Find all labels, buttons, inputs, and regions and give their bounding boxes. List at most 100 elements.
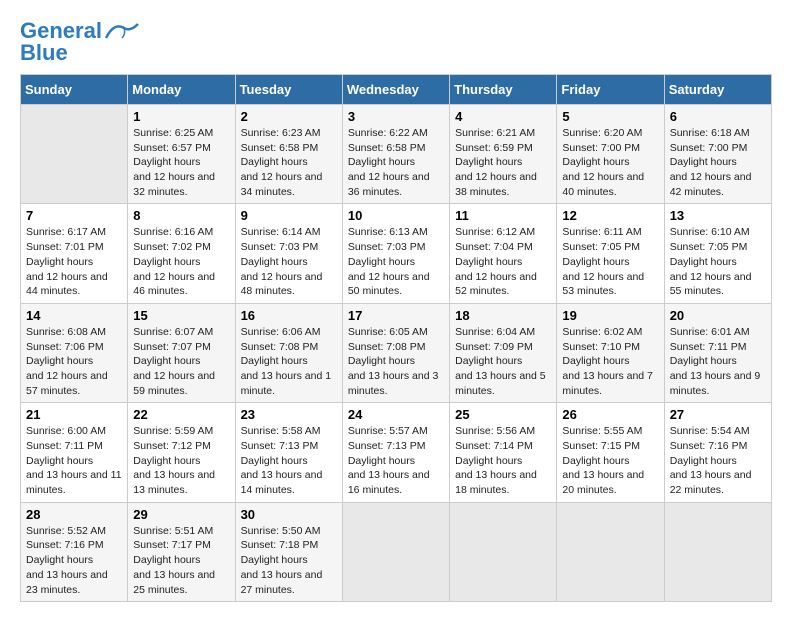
- day-number: 9: [241, 208, 337, 223]
- calendar-cell: 4 Sunrise: 6:21 AM Sunset: 6:59 PM Dayli…: [450, 105, 557, 204]
- day-number: 22: [133, 407, 229, 422]
- logo-text: General: [20, 20, 102, 42]
- calendar-week-row: 14 Sunrise: 6:08 AM Sunset: 7:06 PM Dayl…: [21, 303, 772, 402]
- day-number: 20: [670, 308, 766, 323]
- day-number: 18: [455, 308, 551, 323]
- calendar-cell: 1 Sunrise: 6:25 AM Sunset: 6:57 PM Dayli…: [128, 105, 235, 204]
- day-info: Sunrise: 5:57 AM Sunset: 7:13 PM Dayligh…: [348, 424, 444, 497]
- day-number: 6: [670, 109, 766, 124]
- calendar-cell: 5 Sunrise: 6:20 AM Sunset: 7:00 PM Dayli…: [557, 105, 664, 204]
- day-number: 29: [133, 507, 229, 522]
- day-info: Sunrise: 5:54 AM Sunset: 7:16 PM Dayligh…: [670, 424, 766, 497]
- header-cell-tuesday: Tuesday: [235, 75, 342, 105]
- calendar-cell: 8 Sunrise: 6:16 AM Sunset: 7:02 PM Dayli…: [128, 204, 235, 303]
- day-info: Sunrise: 6:14 AM Sunset: 7:03 PM Dayligh…: [241, 225, 337, 298]
- calendar-cell: 27 Sunrise: 5:54 AM Sunset: 7:16 PM Dayl…: [664, 403, 771, 502]
- header-cell-sunday: Sunday: [21, 75, 128, 105]
- day-info: Sunrise: 6:04 AM Sunset: 7:09 PM Dayligh…: [455, 325, 551, 398]
- header-cell-friday: Friday: [557, 75, 664, 105]
- calendar-cell: 14 Sunrise: 6:08 AM Sunset: 7:06 PM Dayl…: [21, 303, 128, 402]
- calendar-cell: 11 Sunrise: 6:12 AM Sunset: 7:04 PM Dayl…: [450, 204, 557, 303]
- calendar-week-row: 7 Sunrise: 6:17 AM Sunset: 7:01 PM Dayli…: [21, 204, 772, 303]
- day-number: 5: [562, 109, 658, 124]
- day-info: Sunrise: 6:07 AM Sunset: 7:07 PM Dayligh…: [133, 325, 229, 398]
- day-info: Sunrise: 6:21 AM Sunset: 6:59 PM Dayligh…: [455, 126, 551, 199]
- header-cell-monday: Monday: [128, 75, 235, 105]
- calendar-cell: [664, 502, 771, 601]
- calendar-cell: 22 Sunrise: 5:59 AM Sunset: 7:12 PM Dayl…: [128, 403, 235, 502]
- day-number: 27: [670, 407, 766, 422]
- calendar-cell: 29 Sunrise: 5:51 AM Sunset: 7:17 PM Dayl…: [128, 502, 235, 601]
- calendar-cell: 3 Sunrise: 6:22 AM Sunset: 6:58 PM Dayli…: [342, 105, 449, 204]
- day-number: 19: [562, 308, 658, 323]
- day-info: Sunrise: 6:01 AM Sunset: 7:11 PM Dayligh…: [670, 325, 766, 398]
- day-number: 3: [348, 109, 444, 124]
- calendar-cell: 6 Sunrise: 6:18 AM Sunset: 7:00 PM Dayli…: [664, 105, 771, 204]
- calendar-cell: 26 Sunrise: 5:55 AM Sunset: 7:15 PM Dayl…: [557, 403, 664, 502]
- day-info: Sunrise: 6:12 AM Sunset: 7:04 PM Dayligh…: [455, 225, 551, 298]
- day-info: Sunrise: 5:52 AM Sunset: 7:16 PM Dayligh…: [26, 524, 122, 597]
- day-number: 23: [241, 407, 337, 422]
- day-info: Sunrise: 5:55 AM Sunset: 7:15 PM Dayligh…: [562, 424, 658, 497]
- page-header: General Blue: [20, 20, 772, 64]
- calendar-week-row: 21 Sunrise: 6:00 AM Sunset: 7:11 PM Dayl…: [21, 403, 772, 502]
- header-row: SundayMondayTuesdayWednesdayThursdayFrid…: [21, 75, 772, 105]
- day-info: Sunrise: 5:50 AM Sunset: 7:18 PM Dayligh…: [241, 524, 337, 597]
- day-number: 17: [348, 308, 444, 323]
- day-number: 4: [455, 109, 551, 124]
- calendar-cell: [557, 502, 664, 601]
- header-cell-wednesday: Wednesday: [342, 75, 449, 105]
- calendar-cell: 21 Sunrise: 6:00 AM Sunset: 7:11 PM Dayl…: [21, 403, 128, 502]
- day-number: 11: [455, 208, 551, 223]
- calendar-cell: 28 Sunrise: 5:52 AM Sunset: 7:16 PM Dayl…: [21, 502, 128, 601]
- day-number: 2: [241, 109, 337, 124]
- calendar-table: SundayMondayTuesdayWednesdayThursdayFrid…: [20, 74, 772, 602]
- day-info: Sunrise: 6:25 AM Sunset: 6:57 PM Dayligh…: [133, 126, 229, 199]
- day-number: 30: [241, 507, 337, 522]
- calendar-cell: 12 Sunrise: 6:11 AM Sunset: 7:05 PM Dayl…: [557, 204, 664, 303]
- calendar-cell: 16 Sunrise: 6:06 AM Sunset: 7:08 PM Dayl…: [235, 303, 342, 402]
- day-info: Sunrise: 6:00 AM Sunset: 7:11 PM Dayligh…: [26, 424, 122, 497]
- day-info: Sunrise: 6:05 AM Sunset: 7:08 PM Dayligh…: [348, 325, 444, 398]
- day-number: 10: [348, 208, 444, 223]
- day-number: 24: [348, 407, 444, 422]
- day-info: Sunrise: 6:18 AM Sunset: 7:00 PM Dayligh…: [670, 126, 766, 199]
- calendar-cell: [450, 502, 557, 601]
- day-info: Sunrise: 6:06 AM Sunset: 7:08 PM Dayligh…: [241, 325, 337, 398]
- day-number: 15: [133, 308, 229, 323]
- calendar-cell: 2 Sunrise: 6:23 AM Sunset: 6:58 PM Dayli…: [235, 105, 342, 204]
- calendar-cell: 17 Sunrise: 6:05 AM Sunset: 7:08 PM Dayl…: [342, 303, 449, 402]
- day-info: Sunrise: 6:16 AM Sunset: 7:02 PM Dayligh…: [133, 225, 229, 298]
- calendar-cell: 30 Sunrise: 5:50 AM Sunset: 7:18 PM Dayl…: [235, 502, 342, 601]
- day-number: 14: [26, 308, 122, 323]
- day-number: 28: [26, 507, 122, 522]
- day-info: Sunrise: 6:13 AM Sunset: 7:03 PM Dayligh…: [348, 225, 444, 298]
- day-info: Sunrise: 6:10 AM Sunset: 7:05 PM Dayligh…: [670, 225, 766, 298]
- calendar-cell: 15 Sunrise: 6:07 AM Sunset: 7:07 PM Dayl…: [128, 303, 235, 402]
- day-info: Sunrise: 6:02 AM Sunset: 7:10 PM Dayligh…: [562, 325, 658, 398]
- day-info: Sunrise: 5:58 AM Sunset: 7:13 PM Dayligh…: [241, 424, 337, 497]
- day-info: Sunrise: 6:22 AM Sunset: 6:58 PM Dayligh…: [348, 126, 444, 199]
- day-info: Sunrise: 6:11 AM Sunset: 7:05 PM Dayligh…: [562, 225, 658, 298]
- day-number: 1: [133, 109, 229, 124]
- calendar-cell: 20 Sunrise: 6:01 AM Sunset: 7:11 PM Dayl…: [664, 303, 771, 402]
- calendar-cell: 25 Sunrise: 5:56 AM Sunset: 7:14 PM Dayl…: [450, 403, 557, 502]
- day-number: 7: [26, 208, 122, 223]
- calendar-cell: 18 Sunrise: 6:04 AM Sunset: 7:09 PM Dayl…: [450, 303, 557, 402]
- day-number: 16: [241, 308, 337, 323]
- calendar-cell: 13 Sunrise: 6:10 AM Sunset: 7:05 PM Dayl…: [664, 204, 771, 303]
- day-info: Sunrise: 5:59 AM Sunset: 7:12 PM Dayligh…: [133, 424, 229, 497]
- day-number: 13: [670, 208, 766, 223]
- day-info: Sunrise: 6:20 AM Sunset: 7:00 PM Dayligh…: [562, 126, 658, 199]
- day-number: 12: [562, 208, 658, 223]
- calendar-cell: 10 Sunrise: 6:13 AM Sunset: 7:03 PM Dayl…: [342, 204, 449, 303]
- logo-blue-text: Blue: [20, 42, 68, 64]
- day-number: 21: [26, 407, 122, 422]
- calendar-cell: [21, 105, 128, 204]
- logo-bird-icon: [104, 20, 140, 42]
- logo: General Blue: [20, 20, 140, 64]
- calendar-week-row: 1 Sunrise: 6:25 AM Sunset: 6:57 PM Dayli…: [21, 105, 772, 204]
- day-number: 8: [133, 208, 229, 223]
- day-info: Sunrise: 6:17 AM Sunset: 7:01 PM Dayligh…: [26, 225, 122, 298]
- calendar-cell: 24 Sunrise: 5:57 AM Sunset: 7:13 PM Dayl…: [342, 403, 449, 502]
